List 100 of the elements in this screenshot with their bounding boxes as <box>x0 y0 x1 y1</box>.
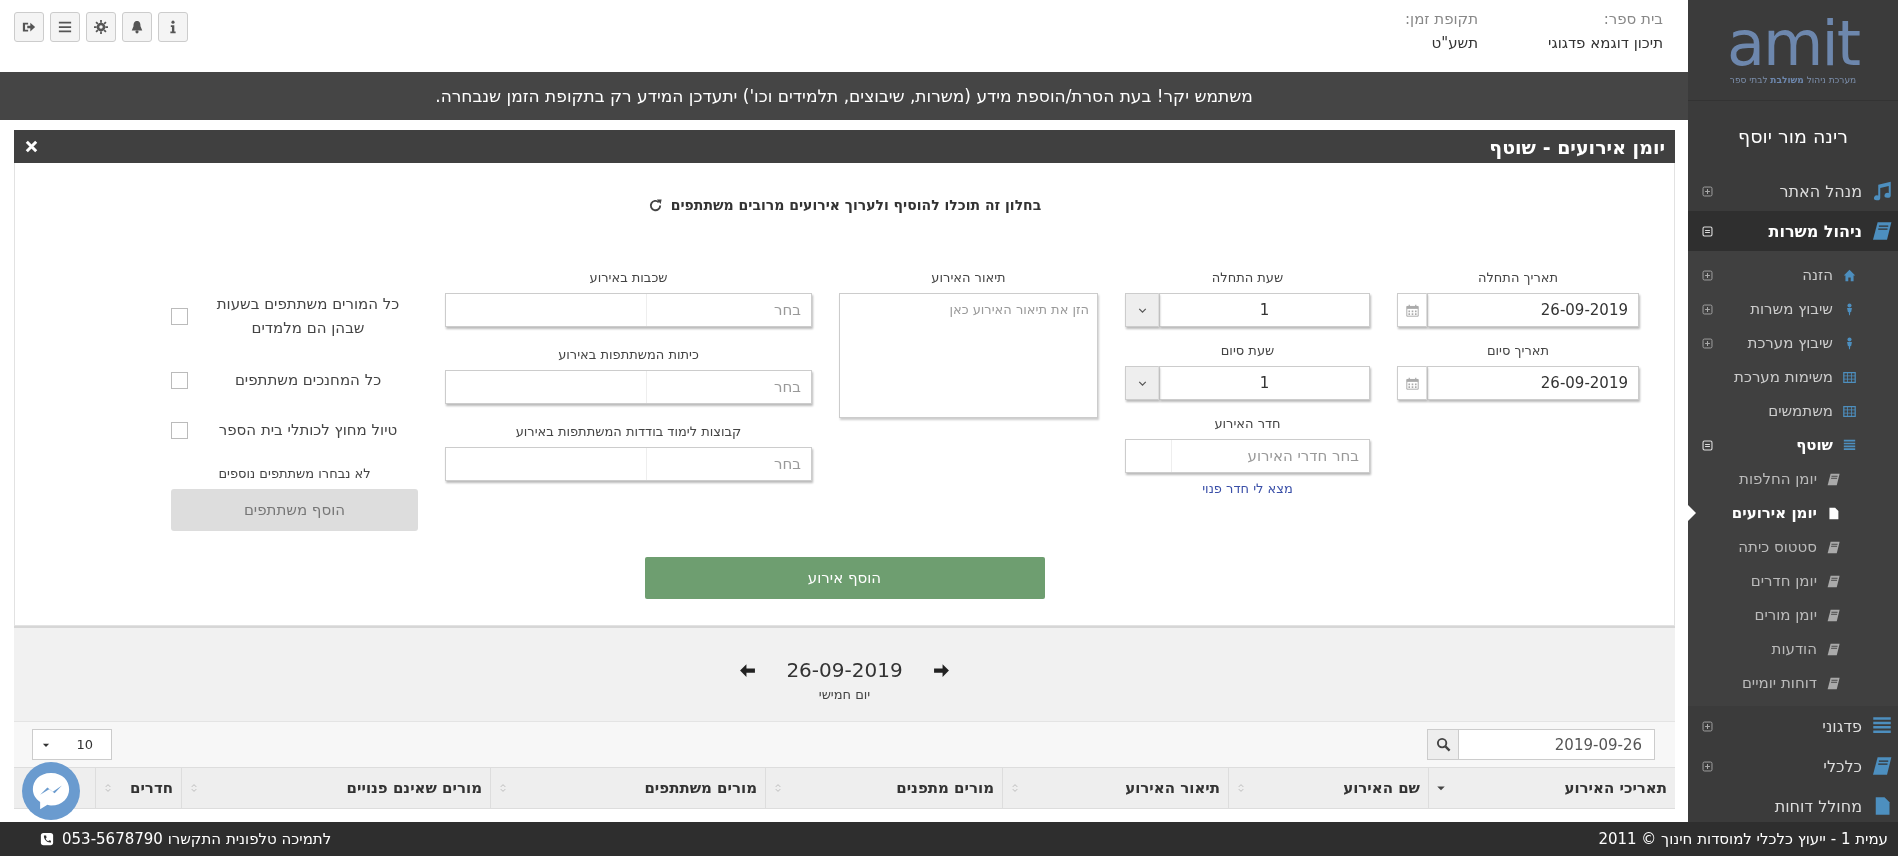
period-label: תקופת זמן: <box>1405 10 1479 28</box>
hour-select[interactable]: 1 <box>1159 366 1370 400</box>
sidebar-item[interactable]: משימות מערכת <box>1688 360 1898 394</box>
page-size-select[interactable]: 10 <box>32 729 112 760</box>
book-icon <box>1827 472 1840 486</box>
date-field[interactable]: 26-09-2019 <box>1427 293 1639 327</box>
sidebar-item[interactable]: הודעות <box>1688 632 1898 666</box>
bell-button[interactable] <box>122 12 152 42</box>
checkbox-label: כל המחנכים משתתפים <box>233 370 383 391</box>
search-button[interactable] <box>1427 729 1458 760</box>
expand-icon[interactable] <box>1702 760 1713 772</box>
field-label: קבוצות לימוד בודדות המשתתפות באירוע <box>514 424 743 440</box>
sidebar-item[interactable]: הזנה <box>1688 258 1898 292</box>
book-icon <box>1827 642 1840 656</box>
sidebar-item[interactable]: שיבוץ משרות <box>1688 292 1898 326</box>
column-header[interactable]: מורים מתפנים <box>765 768 1002 808</box>
logo-tagline: מערכת ניהול משולבת לבתי ספר <box>1729 75 1857 85</box>
settings-icon <box>94 20 108 34</box>
menu-button[interactable] <box>50 12 80 42</box>
book-icon <box>1827 608 1840 622</box>
column-header[interactable]: מורים שאינם פנויים <box>181 768 490 808</box>
search-icon <box>1435 737 1451 752</box>
grid-icon <box>1843 404 1856 418</box>
field-label: תיאור האירוע <box>930 270 1007 286</box>
date-field[interactable]: 26-09-2019 <box>1427 366 1639 400</box>
calendar-icon <box>1405 376 1419 390</box>
field-label: תאריך סיום <box>1485 343 1551 359</box>
book-icon <box>1827 676 1840 690</box>
room-select[interactable]: בחר חדרי האירוע <box>1125 439 1370 473</box>
column-header[interactable]: שם האירוע <box>1228 768 1428 808</box>
sidebar-item[interactable]: משתמשים <box>1688 394 1898 428</box>
book-icon <box>1872 221 1892 241</box>
school-name: תיכון דוגמא פדגוגי <box>1548 34 1663 52</box>
chat-bubble-icon[interactable] <box>22 762 80 820</box>
column-header[interactable]: תאריכי האירוע <box>1428 768 1675 808</box>
checkbox[interactable] <box>171 421 188 439</box>
music-note-icon <box>1872 181 1892 201</box>
support-text: לתמיכה טלפונית התקשרו 053-5678790 <box>62 830 332 848</box>
expand-icon[interactable] <box>1702 337 1713 349</box>
field-label: כיתות המשתתפות באירוע <box>557 347 700 363</box>
field-label: שעת סיום <box>1219 343 1276 359</box>
column-header[interactable]: חדרים <box>95 768 181 808</box>
phone-icon <box>40 832 54 846</box>
checkbox-label: כל המורים משתתפים בשעות שבהן הם מלמדים <box>215 294 401 339</box>
settings-button[interactable] <box>86 12 116 42</box>
expand-icon[interactable] <box>1702 720 1713 732</box>
user-name: רינה מור יוסף <box>1738 125 1848 147</box>
current-date: 26-09-2019 <box>786 658 903 682</box>
select-field[interactable]: בחר <box>445 447 812 481</box>
sidebar-item[interactable]: מחולל דוחות <box>1688 786 1898 822</box>
sidebar-item[interactable]: סטטוס כיתה <box>1688 530 1898 564</box>
sidebar-item[interactable]: כלכלי <box>1688 746 1898 786</box>
book-icon <box>1827 574 1840 588</box>
info-button[interactable] <box>158 12 188 42</box>
field-label: שכבות באירוע <box>588 270 669 286</box>
sidebar-item[interactable]: ניהול משרות <box>1688 211 1898 251</box>
column-header[interactable]: מורים משתתפים <box>490 768 765 808</box>
school-label: בית ספר: <box>1602 10 1663 28</box>
hour-select[interactable]: 1 <box>1159 293 1370 327</box>
collapse-icon[interactable] <box>1702 225 1713 237</box>
sidebar-item[interactable]: מנהל האתר <box>1688 171 1898 211</box>
home-icon <box>1843 268 1856 282</box>
checkbox[interactable] <box>171 307 188 325</box>
close-button[interactable] <box>24 139 39 154</box>
refresh-icon <box>647 197 663 213</box>
description-field[interactable]: הזן את תיאור האירוע כאן <box>839 293 1098 418</box>
expand-icon[interactable] <box>1702 269 1713 281</box>
list-icon <box>1872 716 1892 736</box>
sidebar-item[interactable]: פדגוני <box>1688 706 1898 746</box>
select-field[interactable]: בחר <box>445 370 812 404</box>
close-icon <box>24 139 39 154</box>
expand-icon[interactable] <box>1702 303 1713 315</box>
select-field[interactable]: בחר <box>445 293 812 327</box>
logo-text: amit <box>1727 15 1859 73</box>
sidebar-item[interactable]: יומן חדרים <box>1688 564 1898 598</box>
menu-icon <box>58 20 72 34</box>
find-room-link[interactable]: מצא לי חדר פנוי <box>1202 481 1293 496</box>
sidebar-item[interactable]: שיבוץ מערכת <box>1688 326 1898 360</box>
bell-icon <box>130 20 144 34</box>
collapse-icon[interactable] <box>1702 439 1713 451</box>
sidebar-item[interactable]: יומן מורים <box>1688 598 1898 632</box>
list-icon <box>1843 438 1856 452</box>
grid-icon <box>1843 370 1856 384</box>
intro-text: בחלון זה תוכלו להוסיף ולערוך אירועים מרובים משתתפים <box>670 197 1042 213</box>
expand-icon[interactable] <box>1702 185 1713 197</box>
checkbox[interactable] <box>171 371 188 389</box>
sidebar-item[interactable]: דוחות יומיים <box>1688 666 1898 700</box>
logout-button[interactable] <box>14 12 44 42</box>
field-label: חדר האירוע <box>1213 416 1282 432</box>
search-field[interactable]: 2019-09-26 <box>1458 729 1655 760</box>
column-header[interactable]: תיאור האירוע <box>1002 768 1228 808</box>
book-icon <box>1872 756 1892 776</box>
field-label: שעת התחלה <box>1210 270 1285 286</box>
participants-note: לא נבחרו משתתפים נוספים <box>217 466 372 481</box>
book-icon <box>1827 540 1840 554</box>
sidebar-item[interactable]: שוטף <box>1688 428 1898 462</box>
calendar-icon <box>1405 303 1419 317</box>
copyright-text: עמית 1 - ייעוץ כלכלי למוסדות חינוך © 2011 <box>1598 830 1888 848</box>
sidebar-item[interactable]: יומן אירועים <box>1688 496 1898 530</box>
sidebar-item[interactable]: יומן החלפות <box>1688 462 1898 496</box>
